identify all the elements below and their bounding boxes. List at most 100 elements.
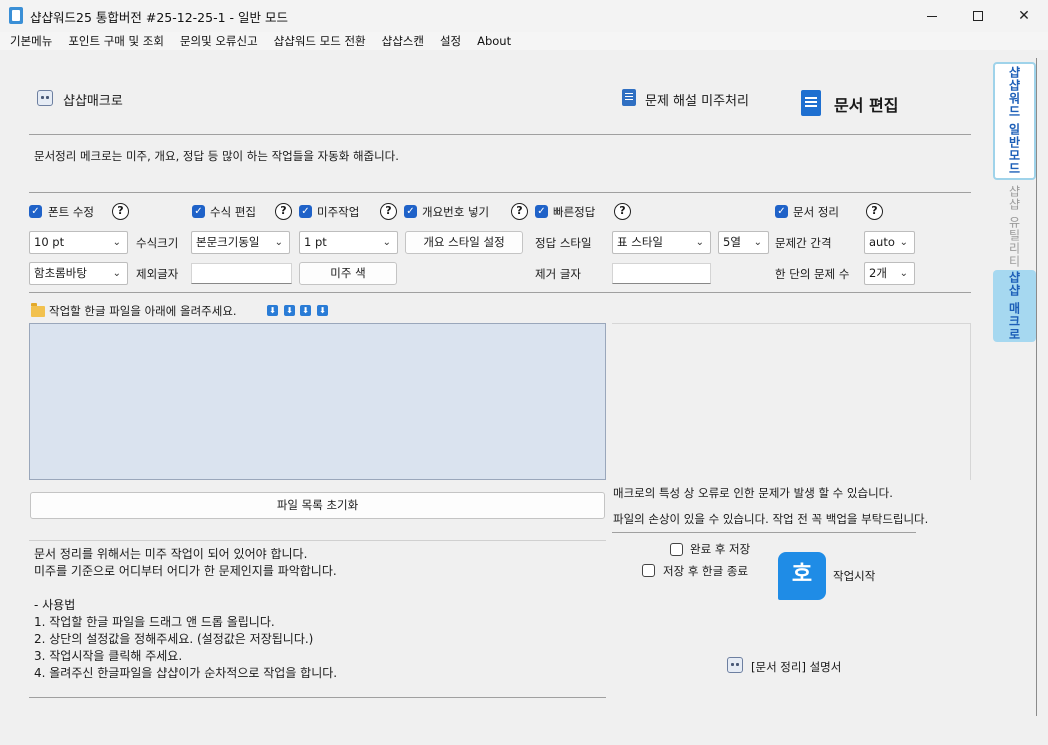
- doc-cleanup-checkbox[interactable]: ✓: [775, 205, 788, 218]
- arrow-down-icon: ⬇: [317, 305, 328, 316]
- font-fix-label: 폰트 수정: [48, 205, 94, 219]
- answer-style-value: 표 스타일: [617, 235, 663, 249]
- outline-number-checkbox[interactable]: ✓: [404, 205, 417, 218]
- chevron-down-icon: ⌄: [112, 268, 121, 279]
- page-title: 문서 편집: [834, 96, 899, 115]
- quick-answer-checkbox[interactable]: ✓: [535, 205, 548, 218]
- chevron-down-icon: ⌄: [274, 237, 283, 248]
- columns-value: 5열: [723, 235, 741, 249]
- font-name-select[interactable]: 함초롬바탕 ⌄: [29, 262, 128, 285]
- arrow-down-icon: ⬇: [300, 305, 311, 316]
- maximize-button[interactable]: [955, 0, 1001, 32]
- remove-input[interactable]: [612, 263, 711, 284]
- endnote-color-button[interactable]: 미주 색: [299, 262, 397, 285]
- description-text: 문서정리 메크로는 미주, 개요, 정답 등 많이 하는 작업들을 자동화 해줍…: [34, 149, 399, 163]
- manual-link[interactable]: [문서 정리] 설명서: [751, 659, 841, 675]
- endnote-checkbox[interactable]: ✓: [299, 205, 312, 218]
- formula-size-value: 본문크기동일: [196, 235, 260, 249]
- divider: [29, 540, 606, 541]
- line-width-value: 1 pt: [304, 235, 327, 249]
- divider: [29, 292, 971, 293]
- divider: [29, 697, 606, 698]
- close-icon: ✕: [1018, 8, 1030, 24]
- robot-icon: [727, 657, 743, 673]
- upload-prompt: 작업할 한글 파일을 아래에 올려주세요.: [49, 304, 237, 318]
- tab-macro-label: 샵샵 매크로: [1007, 270, 1021, 342]
- instructions-text: 문서 정리를 위해서는 미주 작업이 되어 있어야 합니다. 미주를 기준으로 …: [34, 547, 338, 680]
- start-work-label[interactable]: 작업시작: [833, 568, 875, 584]
- log-area: [612, 323, 971, 480]
- tab-general-mode[interactable]: 샵샵워드 일반모드: [993, 62, 1036, 180]
- spacing-select[interactable]: auto ⌄: [864, 231, 915, 254]
- quick-answer-label: 빠른정답: [553, 205, 596, 219]
- formula-size-select[interactable]: 본문크기동일 ⌄: [191, 231, 290, 254]
- menu-points[interactable]: 포인트 구매 및 조회: [62, 33, 170, 49]
- divider: [29, 192, 971, 193]
- menu-inquiry[interactable]: 문의및 오류신고: [174, 33, 264, 49]
- save-after-label: 완료 후 저장: [690, 542, 751, 556]
- formula-size-label: 수식크기: [136, 236, 179, 250]
- app-icon: [9, 7, 23, 24]
- exclude-input[interactable]: [191, 263, 292, 284]
- answer-style-label: 정답 스타일: [535, 236, 592, 250]
- menu-settings[interactable]: 설정: [434, 33, 467, 49]
- warning-text-2: 파일의 손상이 있을 수 있습니다. 작업 전 꼭 백업을 부탁드립니다.: [613, 512, 929, 526]
- maximize-icon: [973, 11, 983, 21]
- per-column-select[interactable]: 2개 ⌄: [864, 262, 915, 285]
- robot-icon: [37, 90, 53, 106]
- minimize-button[interactable]: [909, 0, 955, 32]
- divider: [29, 134, 971, 135]
- formula-edit-help-icon[interactable]: ?: [275, 203, 292, 220]
- close-after-checkbox[interactable]: [642, 564, 655, 577]
- macro-link[interactable]: 샵샵매크로: [63, 90, 123, 109]
- tab-macro[interactable]: 샵샵 매크로: [993, 270, 1036, 342]
- arrow-down-icon: ⬇: [267, 305, 278, 316]
- outline-number-label: 개요번호 넣기: [422, 205, 490, 219]
- spacing-value: auto: [869, 235, 895, 249]
- doc-cleanup-help-icon[interactable]: ?: [866, 203, 883, 220]
- chevron-down-icon: ⌄: [112, 237, 121, 248]
- file-drop-zone[interactable]: [29, 323, 606, 480]
- spacing-label: 문제간 간격: [775, 236, 832, 250]
- explain-link[interactable]: 문제 해설 미주처리: [645, 90, 749, 109]
- menu-bar: 기본메뉴 포인트 구매 및 조회 문의및 오류신고 샵샵워드 모드 전환 샵샵스…: [0, 32, 1048, 50]
- document-edit-icon: [801, 90, 821, 116]
- remove-label: 제거 글자: [535, 267, 581, 281]
- formula-edit-checkbox[interactable]: ✓: [192, 205, 205, 218]
- hwp-icon[interactable]: 호: [778, 552, 826, 600]
- per-column-label: 한 단의 문제 수: [775, 267, 850, 281]
- document-icon: [622, 89, 636, 106]
- per-column-value: 2개: [869, 266, 887, 280]
- close-button[interactable]: ✕: [1001, 0, 1047, 32]
- reset-file-list-button[interactable]: 파일 목록 초기화: [30, 492, 605, 519]
- warning-text-1: 매크로의 특성 상 오류로 인한 문제가 발생 할 수 있습니다.: [613, 486, 893, 500]
- menu-scan[interactable]: 샵샵스캔: [376, 33, 430, 49]
- font-size-select[interactable]: 10 pt ⌄: [29, 231, 128, 254]
- menu-basic[interactable]: 기본메뉴: [4, 33, 58, 49]
- tab-utility-label: 샵샵 유틸리티: [1007, 184, 1021, 268]
- outline-number-help-icon[interactable]: ?: [511, 203, 528, 220]
- arrow-down-icon: ⬇: [284, 305, 295, 316]
- columns-select[interactable]: 5열 ⌄: [718, 231, 769, 254]
- chevron-down-icon: ⌄: [382, 237, 391, 248]
- folder-icon: [31, 303, 45, 317]
- divider: [612, 532, 916, 533]
- tab-utility[interactable]: 샵샵 유틸리티: [993, 184, 1036, 268]
- font-fix-help-icon[interactable]: ?: [112, 203, 129, 220]
- font-fix-checkbox[interactable]: ✓: [29, 205, 42, 218]
- doc-cleanup-label: 문서 정리: [793, 205, 839, 219]
- font-size-value: 10 pt: [34, 235, 65, 249]
- endnote-label: 미주작업: [317, 205, 360, 219]
- endnote-help-icon[interactable]: ?: [380, 203, 397, 220]
- outline-style-button[interactable]: 개요 스타일 설정: [405, 231, 523, 254]
- chevron-down-icon: ⌄: [899, 268, 908, 279]
- menu-about[interactable]: About: [471, 34, 517, 48]
- line-width-select[interactable]: 1 pt ⌄: [299, 231, 398, 254]
- answer-style-select[interactable]: 표 스타일 ⌄: [612, 231, 711, 254]
- window-title: 샵샵워드25 통합버전 #25-12-25-1 - 일반 모드: [30, 10, 288, 25]
- formula-edit-label: 수식 편집: [210, 205, 256, 219]
- chevron-down-icon: ⌄: [695, 237, 704, 248]
- quick-answer-help-icon[interactable]: ?: [614, 203, 631, 220]
- save-after-checkbox[interactable]: [670, 543, 683, 556]
- menu-mode-switch[interactable]: 샵샵워드 모드 전환: [268, 33, 372, 49]
